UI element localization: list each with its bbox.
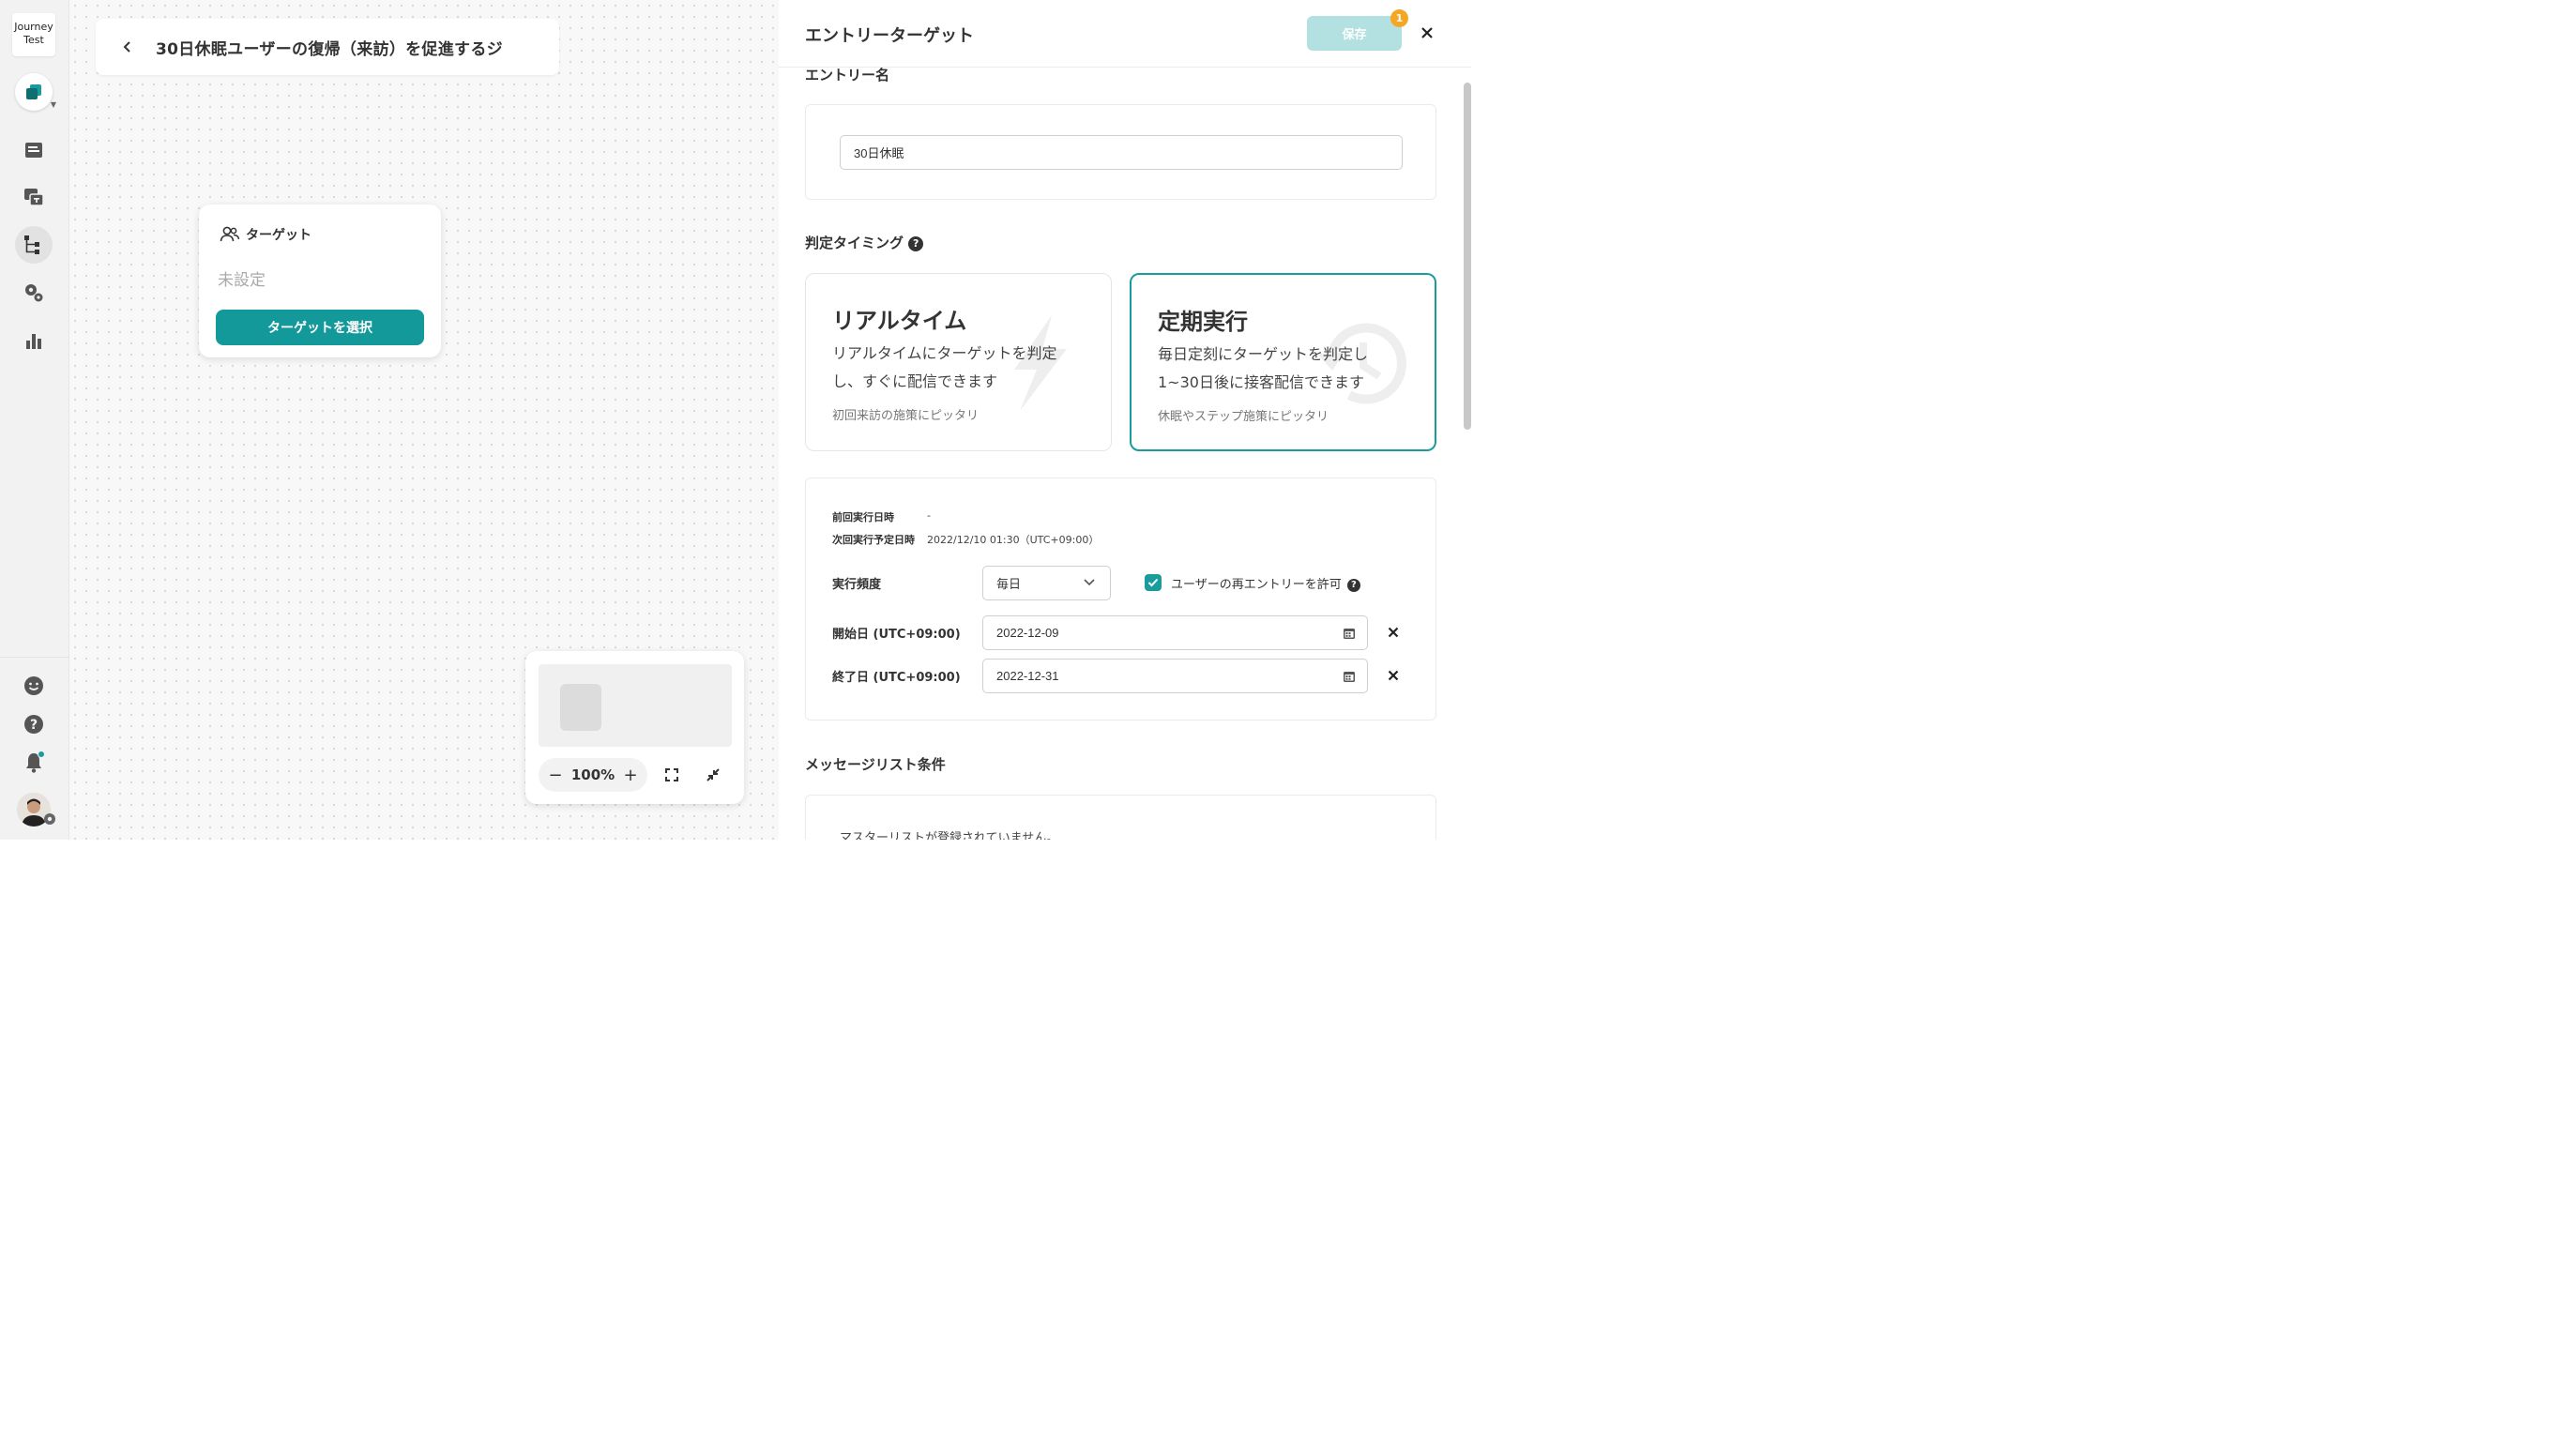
minimap: − 100% + [525,651,744,804]
scrollbar[interactable] [1464,83,1471,430]
target-node-title: ターゲット [246,228,311,243]
settings-icon [25,284,43,302]
nav-notifications[interactable] [15,744,53,781]
realtime-note: 初回来訪の施策にピッタリ [832,409,980,423]
template-icon [24,189,44,206]
nav-feedback[interactable] [15,667,53,705]
start-date-input[interactable]: 2022-12-09 [982,615,1368,650]
target-node[interactable]: ターゲット 未設定 ターゲットを選択 [199,205,441,357]
clear-end-date-icon[interactable] [1386,668,1401,683]
entry-target-panel: エントリーターゲット 保存 1 エントリー名 30日休眠 判定タイミング ? リ… [779,0,1471,840]
frequency-select[interactable]: 毎日 [982,566,1111,600]
analytics-icon [26,334,41,349]
zoom-out-button[interactable]: − [548,766,563,785]
check-icon [1147,578,1159,587]
minimap-viewport[interactable] [539,664,732,747]
feedback-icon [24,676,43,695]
nav-analytics[interactable] [15,322,53,359]
sidebar: Journey Test ▼ ? [0,0,69,840]
brand-logo[interactable]: Journey Test [12,13,55,56]
zoom-level: 100% [570,766,615,783]
brand-line-1: Journey [14,21,53,33]
sidebar-divider [0,657,69,658]
nav-journey[interactable] [15,226,53,264]
app-switch-icon [26,84,41,99]
nav-help[interactable]: ? [15,705,53,743]
reentry-label: ユーザーの再エントリーを許可 ? [1171,574,1360,592]
nav-messages[interactable] [15,131,53,169]
end-date-label: 終了日 (UTC+09:00) [832,671,961,685]
end-date-input[interactable]: 2022-12-31 [982,659,1368,693]
scheduled-title: 定期実行 [1158,309,1248,335]
brand-line-2: Test [23,34,44,46]
message-icon [25,143,42,158]
entry-name-box: 30日休眠 [805,104,1436,200]
minimap-node [560,684,601,731]
reentry-checkbox[interactable] [1145,574,1162,591]
realtime-title: リアルタイム [832,308,967,334]
select-target-button[interactable]: ターゲットを選択 [216,310,424,345]
timing-option-scheduled[interactable]: 定期実行 毎日定刻にターゲットを判定し1~30日後に接客配信できます 休眠やステ… [1130,273,1436,451]
timing-option-realtime[interactable]: リアルタイム リアルタイムにターゲットを判定し、すぐに配信できます 初回来訪の施… [805,273,1112,451]
realtime-description: リアルタイムにターゲットを判定し、すぐに配信できます [832,344,1057,390]
unsaved-count-badge: 1 [1390,9,1408,27]
chevron-down-icon [1084,579,1095,586]
shrink-icon[interactable] [705,766,722,783]
svg-text:?: ? [30,718,38,733]
scheduled-description: 毎日定刻にターゲットを判定し1~30日後に接客配信できます [1158,345,1369,391]
journey-canvas[interactable]: 30日休眠ユーザーの復帰（来訪）を促進するジ ターゲット 未設定 ターゲットを選… [69,0,779,840]
target-node-header: ターゲット [220,225,311,244]
reentry-help-icon[interactable]: ? [1346,578,1360,592]
nav-templates[interactable] [15,178,53,216]
account-settings-icon[interactable] [43,812,56,826]
zoom-control: − 100% + [539,758,647,792]
journey-title: 30日休眠ユーザーの復帰（来訪）を促進するジ [156,39,503,59]
next-run-label: 次回実行予定日時 [832,534,915,546]
message-list-box: マスターリストが登録されていません。 [805,795,1436,840]
panel-title: エントリーターゲット [805,26,974,46]
timing-label-text: 判定タイミング [805,235,904,251]
reentry-label-text: ユーザーの再エントリーを許可 [1171,578,1342,592]
start-date-label: 開始日 (UTC+09:00) [832,628,961,642]
start-date-value: 2022-12-09 [996,626,1059,640]
nav-settings[interactable] [15,274,53,311]
timing-label: 判定タイミング ? [805,233,924,252]
next-run-value: 2022/12/10 01:30（UTC+09:00） [927,534,1100,546]
last-run-value: - [927,509,931,522]
last-run-label: 前回実行日時 [832,511,894,523]
close-icon[interactable] [1419,24,1436,41]
entry-name-input[interactable]: 30日休眠 [840,135,1403,170]
frequency-label: 実行頻度 [832,578,882,592]
journey-title-card: 30日休眠ユーザーの復帰（来訪）を促進するジ [96,19,559,75]
fit-view-icon[interactable] [663,766,680,783]
notification-dot [38,751,45,758]
calendar-icon[interactable] [1343,670,1356,683]
save-button[interactable]: 保存 [1307,16,1402,51]
message-list-label: メッセージリスト条件 [805,756,946,773]
back-icon[interactable] [118,38,137,56]
users-icon [220,226,240,242]
schedule-settings-box: 前回実行日時 - 次回実行予定日時 2022/12/10 01:30（UTC+0… [805,478,1436,720]
journey-icon [24,235,39,254]
target-status: 未設定 [218,271,266,290]
frequency-value: 毎日 [996,578,1022,592]
scheduled-note: 休眠やステップ施策にピッタリ [1158,410,1329,424]
timing-help-icon[interactable]: ? [908,235,924,251]
chevron-down-icon: ▼ [50,100,56,109]
app-switch-button[interactable]: ▼ [15,73,56,111]
clear-start-date-icon[interactable] [1386,625,1401,640]
end-date-value: 2022-12-31 [996,669,1059,683]
entry-name-label: エントリー名 [805,67,890,83]
calendar-icon[interactable] [1343,627,1356,640]
zoom-in-button[interactable]: + [623,766,638,785]
panel-header: エントリーターゲット 保存 1 [779,0,1471,68]
message-list-note: マスターリストが登録されていません。 [840,831,1059,840]
help-icon: ? [24,715,43,734]
